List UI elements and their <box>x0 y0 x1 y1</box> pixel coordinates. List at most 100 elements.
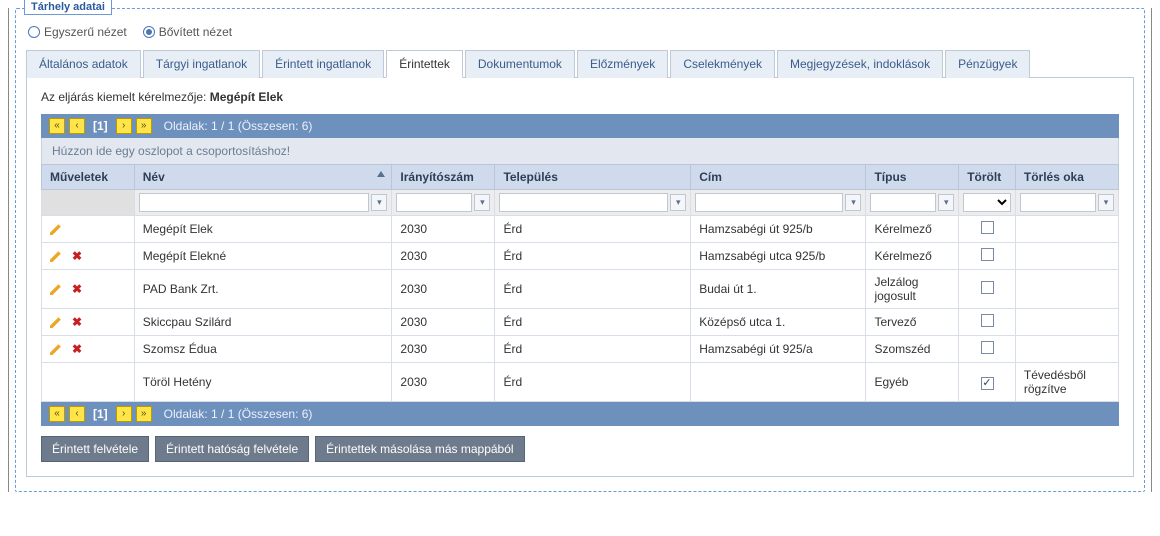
filter-icon[interactable]: ▾ <box>938 194 954 211</box>
radio-simple-view[interactable]: Egyszerű nézet <box>28 25 127 39</box>
cell-city: Érd <box>495 216 691 243</box>
radio-extended-view[interactable]: Bővített nézet <box>143 25 232 39</box>
pager-prev-button[interactable]: ‹ <box>69 406 85 422</box>
pager-first-button[interactable]: « <box>49 118 65 134</box>
copy-affected-button[interactable]: Érintettek másolása más mappából <box>315 436 524 462</box>
tab-erintettek[interactable]: Érintettek <box>386 50 463 78</box>
action-button-row: Érintett felvétele Érintett hatóság felv… <box>41 436 1119 462</box>
col-type[interactable]: Típus <box>866 165 959 190</box>
col-ops[interactable]: Műveletek <box>42 165 135 190</box>
tab-elozmenyek[interactable]: Előzmények <box>577 50 668 78</box>
filter-icon[interactable]: ▾ <box>474 194 490 211</box>
cell-zip: 2030 <box>392 309 495 336</box>
filter-deleted-select[interactable] <box>963 193 1011 212</box>
pager-last-button[interactable]: » <box>136 118 152 134</box>
cell-delreason <box>1015 243 1118 270</box>
col-zip[interactable]: Irányítószám <box>392 165 495 190</box>
filter-city-input[interactable] <box>499 193 668 212</box>
edit-icon[interactable] <box>50 343 62 355</box>
delete-icon[interactable]: ✖ <box>72 317 82 327</box>
pager-next-button[interactable]: › <box>116 406 132 422</box>
cell-type: Kérelmező <box>866 216 959 243</box>
edit-icon[interactable] <box>50 283 62 295</box>
deleted-checkbox[interactable] <box>981 377 994 390</box>
radio-simple-label: Egyszerű nézet <box>44 25 127 39</box>
add-authority-button[interactable]: Érintett hatóság felvétele <box>155 436 309 462</box>
cell-type: Szomszéd <box>866 336 959 363</box>
cell-addr <box>691 363 866 402</box>
cell-type: Tervező <box>866 309 959 336</box>
pager-current-page: [1] <box>89 119 112 133</box>
filter-icon[interactable]: ▾ <box>371 194 387 211</box>
filter-zip-input[interactable] <box>396 193 472 212</box>
cell-delreason <box>1015 309 1118 336</box>
filter-name-input[interactable] <box>139 193 370 212</box>
highlight-name: Megépít Elek <box>210 90 283 104</box>
col-delreason[interactable]: Törlés oka <box>1015 165 1118 190</box>
cell-addr: Középső utca 1. <box>691 309 866 336</box>
filter-addr-input[interactable] <box>695 193 843 212</box>
deleted-checkbox[interactable] <box>981 221 994 234</box>
cell-type: Kérelmező <box>866 243 959 270</box>
view-mode-row: Egyszerű nézet Bővített nézet <box>28 25 1134 39</box>
delete-icon[interactable]: ✖ <box>72 251 82 261</box>
cell-zip: 2030 <box>392 216 495 243</box>
col-deleted[interactable]: Törölt <box>959 165 1016 190</box>
cell-name: PAD Bank Zrt. <box>134 270 392 309</box>
tab-penzugyek[interactable]: Pénzügyek <box>945 50 1030 78</box>
cell-city: Érd <box>495 270 691 309</box>
tab-cselekmenyek[interactable]: Cselekmények <box>670 50 775 78</box>
cell-addr: Hamzsabégi út 925/a <box>691 336 866 363</box>
edit-icon[interactable] <box>50 223 62 235</box>
tab-bar: Általános adatokTárgyi ingatlanokÉrintet… <box>26 49 1134 78</box>
cell-city: Érd <box>495 309 691 336</box>
pager-next-button[interactable]: › <box>116 118 132 134</box>
pager-first-button[interactable]: « <box>49 406 65 422</box>
cell-name: Szomsz Édua <box>134 336 392 363</box>
table-header-row: Műveletek Név Irányítószám Település Cím… <box>42 165 1119 190</box>
tab-erintett-ing[interactable]: Érintett ingatlanok <box>262 50 384 78</box>
tab-altalanos[interactable]: Általános adatok <box>26 50 141 78</box>
col-name-label: Név <box>143 170 165 184</box>
col-addr[interactable]: Cím <box>691 165 866 190</box>
cell-type: Jelzálog jogosult <box>866 270 959 309</box>
tab-targyi[interactable]: Tárgyi ingatlanok <box>143 50 260 78</box>
tab-content: Az eljárás kiemelt kérelmezője: Megépít … <box>26 78 1134 477</box>
cell-delreason: Tévedésből rögzítve <box>1015 363 1118 402</box>
tab-dokumentumok[interactable]: Dokumentumok <box>465 50 575 78</box>
edit-icon[interactable] <box>50 316 62 328</box>
cell-addr: Hamzsabégi utca 925/b <box>691 243 866 270</box>
col-name[interactable]: Név <box>134 165 392 190</box>
deleted-checkbox[interactable] <box>981 248 994 261</box>
cell-zip: 2030 <box>392 336 495 363</box>
edit-icon[interactable] <box>50 250 62 262</box>
tab-megjegyzesek[interactable]: Megjegyzések, indoklások <box>777 50 943 78</box>
radio-icon <box>143 26 155 38</box>
delete-icon[interactable]: ✖ <box>72 344 82 354</box>
filter-icon[interactable]: ▾ <box>1098 194 1114 211</box>
deleted-checkbox[interactable] <box>981 314 994 327</box>
pager-last-button[interactable]: » <box>136 406 152 422</box>
filter-delreason-input[interactable] <box>1020 193 1096 212</box>
table-row: ✖Szomsz Édua2030ÉrdHamzsabégi út 925/aSz… <box>42 336 1119 363</box>
storage-panel: Tárhely adatai Egyszerű nézet Bővített n… <box>15 8 1145 492</box>
cell-name: Megépít Elekné <box>134 243 392 270</box>
filter-type-input[interactable] <box>870 193 936 212</box>
table-row: Töröl Hetény2030ÉrdEgyébTévedésből rögzí… <box>42 363 1119 402</box>
group-drop-area[interactable]: Húzzon ide egy oszlopot a csoportosításh… <box>41 138 1119 164</box>
cell-type: Egyéb <box>866 363 959 402</box>
highlight-prefix: Az eljárás kiemelt kérelmezője: <box>41 90 210 104</box>
delete-icon[interactable]: ✖ <box>72 284 82 294</box>
col-city[interactable]: Település <box>495 165 691 190</box>
cell-city: Érd <box>495 243 691 270</box>
cell-delreason <box>1015 270 1118 309</box>
table-row: ✖Skiccpau Szilárd2030ÉrdKözépső utca 1.T… <box>42 309 1119 336</box>
filter-icon[interactable]: ▾ <box>670 194 686 211</box>
deleted-checkbox[interactable] <box>981 281 994 294</box>
add-affected-button[interactable]: Érintett felvétele <box>41 436 149 462</box>
deleted-checkbox[interactable] <box>981 341 994 354</box>
filter-icon[interactable]: ▾ <box>845 194 861 211</box>
cell-addr: Hamzsabégi út 925/b <box>691 216 866 243</box>
pager-bottom: « ‹ [1] › » Oldalak: 1 / 1 (Összesen: 6) <box>41 402 1119 426</box>
pager-prev-button[interactable]: ‹ <box>69 118 85 134</box>
